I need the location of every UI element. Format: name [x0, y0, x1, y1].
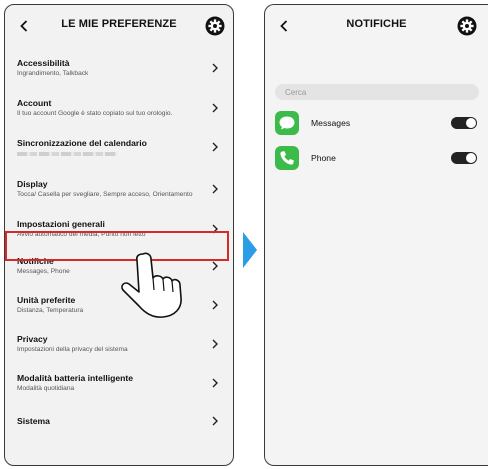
page-title: NOTIFICHE	[346, 18, 407, 30]
messages-icon	[275, 111, 299, 135]
list-item-battery-mode[interactable]: Modalità batteria intelligente Modalità …	[5, 363, 233, 403]
item-subtitle: Messages, Phone	[17, 267, 70, 275]
notifications-screen: NOTIFICHE Cerca Messages Phone	[264, 4, 488, 466]
item-title: Impostazioni generali	[17, 218, 105, 229]
item-subtitle: Tocca/ Casella per svegliare, Sempre acc…	[17, 190, 193, 198]
top-bar: NOTIFICHE	[265, 5, 488, 47]
phone-icon	[275, 146, 299, 170]
item-title: Notifiche	[17, 255, 54, 266]
item-subtitle: Impostazioni della privacy del sistema	[17, 345, 128, 353]
item-title: Sistema	[17, 415, 50, 426]
item-title: Account	[17, 97, 52, 108]
toggle-knob	[466, 118, 476, 128]
list-item-sistema[interactable]: Sistema	[5, 403, 233, 439]
list-item-accessibilita[interactable]: Accessibilità Ingrandimento, Talkback	[5, 47, 233, 89]
chevron-right-icon	[212, 339, 218, 349]
item-title: Unità preferite	[17, 294, 76, 305]
preferences-screen: LE MIE PREFERENZE Accessibilità Ingrandi…	[4, 4, 234, 466]
preferences-list: Accessibilità Ingrandimento, Talkback Ac…	[5, 47, 233, 439]
page-title: LE MIE PREFERENZE	[61, 18, 177, 30]
item-subtitle: Ingrandimento, Talkback	[17, 69, 89, 77]
redacted-subtitle	[17, 152, 117, 156]
chevron-right-icon	[212, 300, 218, 310]
top-bar: LE MIE PREFERENZE	[5, 5, 233, 47]
item-subtitle: Il tuo account Google è stato copiato su…	[17, 109, 173, 117]
item-subtitle: Avvio automatico dei media, Punto non le…	[17, 230, 146, 238]
chevron-right-icon	[212, 63, 218, 73]
search-input[interactable]	[275, 84, 479, 100]
item-title: Accessibilità	[17, 57, 70, 68]
app-name: Phone	[311, 153, 336, 163]
chevron-right-icon	[212, 378, 218, 388]
list-item-account[interactable]: Account Il tuo account Google è stato co…	[5, 89, 233, 127]
item-title: Privacy	[17, 333, 48, 344]
list-item-general-settings[interactable]: Impostazioni generali Avvio automatico d…	[5, 211, 233, 247]
list-item-calendar-sync[interactable]: Sincronizzazione del calendario	[5, 127, 233, 167]
chevron-right-icon	[212, 103, 218, 113]
gear-icon	[205, 16, 225, 36]
gear-icon	[457, 16, 477, 36]
settings-button[interactable]	[457, 16, 477, 36]
messages-toggle[interactable]	[451, 117, 477, 129]
app-row-messages: Messages	[275, 111, 485, 135]
item-subtitle: Distanza, Temperatura	[17, 306, 84, 314]
item-subtitle: Modalità quotidiana	[17, 384, 75, 392]
transition-arrow	[243, 232, 257, 268]
list-item-privacy[interactable]: Privacy Impostazioni della privacy del s…	[5, 325, 233, 363]
item-title: Modalità batteria intelligente	[17, 372, 134, 383]
list-item-notifiche[interactable]: Notifiche Messages, Phone	[5, 247, 233, 285]
app-row-phone: Phone	[275, 146, 485, 170]
phone-toggle[interactable]	[451, 152, 477, 164]
chevron-right-icon	[212, 261, 218, 271]
chevron-right-icon	[212, 184, 218, 194]
item-title: Sincronizzazione del calendario	[17, 138, 147, 148]
chevron-right-icon	[212, 416, 218, 426]
toggle-knob	[466, 153, 476, 163]
item-title: Display	[17, 178, 48, 189]
chevron-right-icon	[212, 224, 218, 234]
list-item-display[interactable]: Display Tocca/ Casella per svegliare, Se…	[5, 167, 233, 211]
list-item-preferred-units[interactable]: Unità preferite Distanza, Temperatura	[5, 285, 233, 325]
app-name: Messages	[311, 118, 351, 128]
settings-button[interactable]	[205, 16, 225, 36]
chevron-right-icon	[212, 142, 218, 152]
